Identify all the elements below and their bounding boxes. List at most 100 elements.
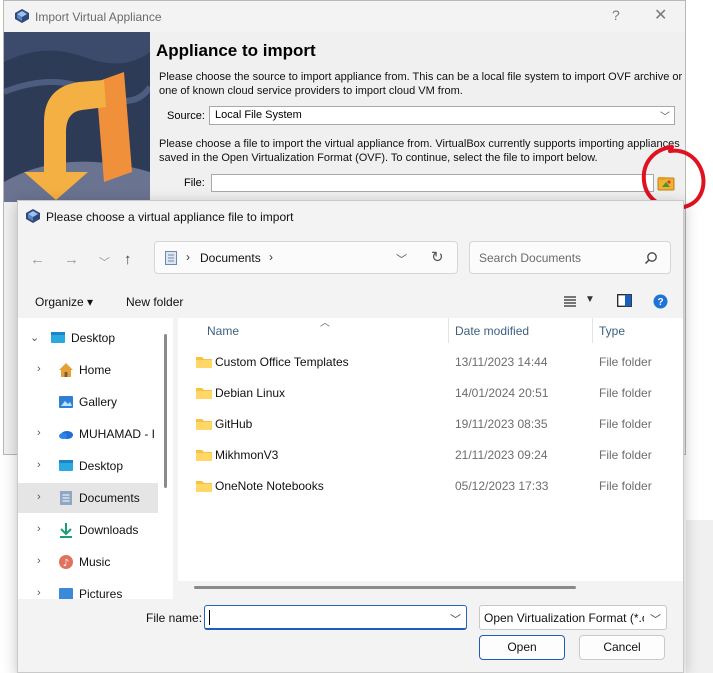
file-description: Please choose a file to import the virtu… — [159, 138, 680, 164]
refresh-icon[interactable]: ↻ — [431, 248, 444, 266]
chevron-right-icon[interactable]: › — [37, 555, 41, 567]
file-type: File folder — [599, 355, 652, 369]
home-icon — [59, 363, 73, 377]
breadcrumb-separator-icon[interactable]: › — [269, 250, 273, 264]
folder-icon — [196, 481, 212, 492]
file-name: Custom Office Templates — [215, 355, 349, 369]
nav-item-gallery[interactable]: Gallery — [18, 387, 158, 417]
file-list: ︿ Name Date modified Type Custom Office … — [178, 318, 683, 581]
nav-item-pictures[interactable]: › Pictures — [18, 579, 158, 599]
sort-ascending-icon: ︿ — [320, 318, 330, 329]
open-button[interactable]: Open — [479, 635, 565, 660]
navigation-pane: ⌄ Desktop › Home Gallery › MUHAMAD - I ›… — [18, 318, 173, 599]
chevron-right-icon[interactable]: › — [37, 587, 41, 599]
chevron-right-icon[interactable]: › — [37, 491, 41, 503]
column-header-type[interactable]: Type — [599, 324, 625, 338]
svg-text:♪: ♪ — [63, 558, 69, 569]
close-button[interactable]: ✕ — [654, 5, 667, 25]
breadcrumb-separator-icon[interactable]: › — [186, 250, 190, 264]
page-heading: Appliance to import — [156, 41, 316, 60]
desktop-icon — [51, 332, 65, 343]
nav-item-label: Desktop — [71, 331, 116, 345]
file-type: File folder — [599, 386, 652, 400]
file-date: 19/11/2023 08:35 — [455, 417, 548, 431]
file-row[interactable]: Custom Office Templates 13/11/2023 14:44… — [178, 347, 683, 378]
file-row[interactable]: Debian Linux 14/01/2024 20:51 File folde… — [178, 378, 683, 409]
file-date: 14/01/2024 20:51 — [455, 386, 549, 400]
column-divider[interactable] — [592, 318, 593, 343]
nav-item-label: MUHAMAD - I — [79, 427, 155, 441]
nav-item-documents[interactable]: › Documents — [18, 483, 158, 513]
new-folder-button[interactable]: New folder — [126, 295, 183, 309]
cancel-button[interactable]: Cancel — [579, 635, 665, 660]
view-dropdown-icon[interactable]: ▼ — [585, 294, 595, 305]
column-header-date-modified[interactable]: Date modified — [455, 324, 529, 338]
chevron-right-icon[interactable]: › — [37, 459, 41, 471]
chevron-down-icon[interactable]: ﹀ — [450, 611, 461, 627]
up-arrow-icon[interactable]: ↑ — [124, 251, 132, 268]
breadcrumb-documents[interactable]: Documents — [200, 251, 261, 265]
file-name: GitHub — [215, 417, 253, 431]
search-input[interactable]: Search Documents — [469, 241, 671, 274]
file-name: MikhmonV3 — [215, 448, 279, 462]
back-arrow-icon[interactable]: ← — [30, 251, 45, 268]
preview-pane-icon[interactable] — [617, 294, 632, 307]
address-bar[interactable]: › Documents › ﹀ ↻ — [154, 241, 458, 274]
nav-pane-scrollbar[interactable] — [164, 334, 167, 488]
file-row[interactable]: GitHub 19/11/2023 08:35 File folder — [178, 409, 683, 440]
forward-arrow-icon[interactable]: → — [64, 251, 79, 268]
window-titlebar: Import Virtual Appliance ? ✕ — [4, 1, 685, 32]
help-icon[interactable]: ? — [653, 294, 668, 309]
view-options-icon[interactable] — [563, 295, 577, 307]
file-date: 21/11/2023 09:24 — [455, 448, 548, 462]
pictures-icon — [59, 588, 73, 599]
file-type-value: Open Virtualization Format (*.o — [484, 611, 644, 625]
nav-item-music[interactable]: › ♪ Music — [18, 547, 158, 577]
open-folder-icon[interactable] — [657, 174, 675, 192]
dialog-titlebar: Please choose a virtual appliance file t… — [18, 201, 683, 231]
recent-locations-chevron-icon[interactable]: ﹀ — [99, 254, 110, 270]
nav-item-home[interactable]: › Home — [18, 355, 158, 385]
folder-icon — [196, 357, 212, 368]
wizard-banner-image — [4, 32, 150, 202]
nav-item-desktop[interactable]: › Desktop — [18, 451, 158, 481]
search-placeholder: Search Documents — [479, 251, 582, 265]
help-button[interactable]: ? — [612, 7, 620, 23]
folder-icon — [196, 419, 212, 430]
chevron-right-icon[interactable]: › — [37, 427, 41, 439]
documents-icon — [60, 491, 72, 505]
organize-menu-button[interactable]: Organize ▾ — [35, 295, 93, 309]
search-icon — [644, 252, 657, 265]
desktop-icon — [59, 460, 73, 471]
address-history-chevron-icon[interactable]: ﹀ — [396, 251, 407, 267]
file-list-horizontal-scrollbar[interactable] — [194, 586, 576, 589]
file-label: File: — [184, 177, 205, 189]
column-header-name[interactable]: Name — [207, 324, 239, 338]
file-date: 13/11/2023 14:44 — [455, 355, 548, 369]
file-path-input[interactable] — [211, 174, 654, 192]
file-name: Debian Linux — [215, 386, 286, 400]
nav-item-label: Music — [79, 555, 111, 569]
column-divider[interactable] — [448, 318, 449, 343]
source-description: Please choose the source to import appli… — [159, 71, 683, 97]
chevron-down-icon: ﹀ — [650, 614, 661, 626]
folder-icon — [196, 450, 212, 461]
nav-item-desktop-root[interactable]: ⌄ Desktop — [18, 323, 158, 353]
file-type-select[interactable]: Open Virtualization Format (*.o ﹀ — [479, 605, 667, 630]
chevron-right-icon[interactable]: › — [37, 363, 41, 375]
svg-text:?: ? — [657, 297, 663, 308]
dialog-title: Please choose a virtual appliance file t… — [46, 210, 294, 224]
file-type: File folder — [599, 448, 652, 462]
source-select[interactable]: Local File System ﹀ — [209, 106, 675, 125]
gallery-icon — [59, 396, 73, 408]
file-row[interactable]: OneNote Notebooks 05/12/2023 17:33 File … — [178, 471, 683, 502]
nav-item-onedrive[interactable]: › MUHAMAD - I — [18, 419, 158, 449]
nav-item-downloads[interactable]: › Downloads — [18, 515, 158, 545]
background-window-edge — [686, 520, 713, 673]
file-name-input[interactable]: ﹀ — [204, 605, 467, 630]
file-row[interactable]: MikhmonV3 21/11/2023 09:24 File folder — [178, 440, 683, 471]
chevron-right-icon[interactable]: › — [37, 523, 41, 535]
chevron-down-icon[interactable]: ⌄ — [30, 331, 39, 344]
onedrive-cloud-icon — [59, 431, 73, 439]
file-date: 05/12/2023 17:33 — [455, 479, 549, 493]
